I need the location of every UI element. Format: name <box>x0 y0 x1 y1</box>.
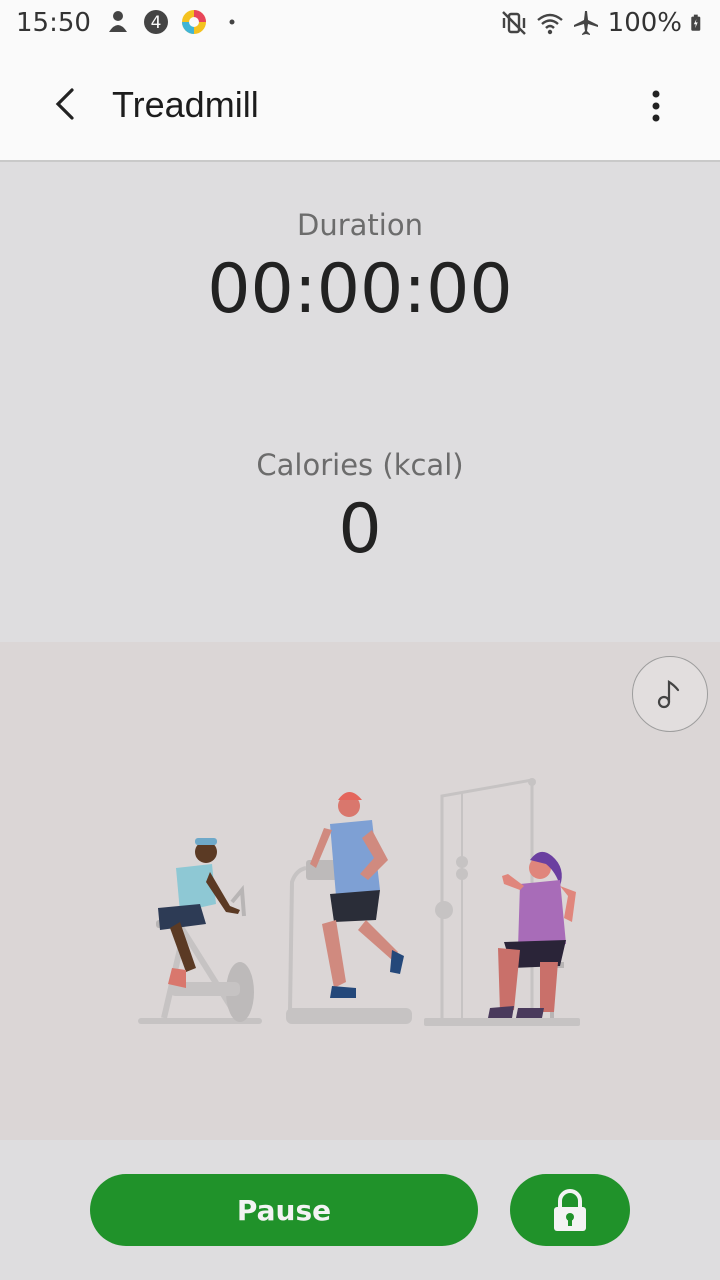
vibrate-icon <box>501 11 526 35</box>
calories-label: Calories (kcal) <box>256 448 464 482</box>
back-arrow-icon <box>55 88 74 120</box>
status-time: 15:50 <box>16 8 91 38</box>
app-bar: Treadmill <box>0 48 720 162</box>
airplane-icon <box>573 11 598 35</box>
badge-4-icon: 4 <box>144 10 168 34</box>
status-bar: 15:50 4 100% <box>0 0 720 48</box>
app-icon <box>182 10 206 34</box>
pause-button[interactable]: Pause <box>90 1174 478 1246</box>
status-left-icons: 4 <box>104 8 246 36</box>
status-right-icons: 100% <box>500 8 708 38</box>
notification-icon <box>109 11 127 32</box>
workout-illustration <box>0 642 720 1140</box>
duration-value: 00:00:00 <box>207 250 513 329</box>
treadmill-runner-figure <box>286 792 412 1024</box>
workout-stats: Duration 00:00:00 Calories (kcal) 0 <box>0 162 720 642</box>
music-button[interactable] <box>632 656 708 732</box>
wifi-icon <box>536 13 563 35</box>
back-button[interactable] <box>40 80 88 128</box>
cable-machine-figure <box>424 778 580 1026</box>
gym-people-illustration <box>138 778 580 1026</box>
music-note-icon <box>657 680 680 709</box>
dot-icon <box>229 19 235 25</box>
more-vert-icon <box>652 90 660 122</box>
battery-charging-icon <box>691 14 701 31</box>
duration-label: Duration <box>297 208 423 242</box>
control-bar: Pause <box>0 1140 720 1280</box>
more-options-button[interactable] <box>632 82 680 130</box>
calories-value: 0 <box>338 490 382 569</box>
lock-button[interactable] <box>510 1174 630 1246</box>
page-title: Treadmill <box>112 84 259 125</box>
exercise-bike-figure <box>138 838 262 1024</box>
battery-percent: 100% <box>607 8 682 38</box>
lock-icon <box>554 1189 586 1231</box>
svg-text:4: 4 <box>151 13 162 33</box>
